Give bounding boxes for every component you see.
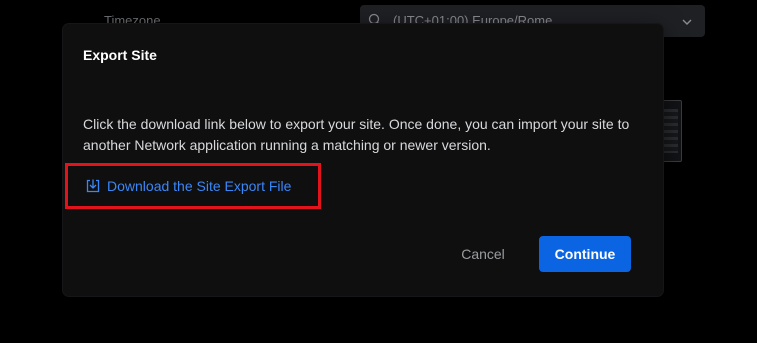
chevron-down-icon	[681, 15, 693, 27]
modal-body-text: Click the download link below to export …	[83, 116, 630, 153]
cancel-button[interactable]: Cancel	[441, 236, 525, 272]
page: Timezone (UTC+01:00) Europe/Rome Export …	[0, 0, 757, 343]
download-link-label: Download the Site Export File	[107, 178, 292, 194]
continue-button[interactable]: Continue	[539, 236, 631, 272]
export-site-modal: Export Site Click the download link belo…	[63, 24, 663, 296]
download-icon	[85, 178, 101, 194]
download-export-file-link[interactable]: Download the Site Export File	[85, 176, 291, 196]
background-thumbnail	[660, 100, 682, 162]
modal-title: Export Site	[83, 47, 157, 63]
